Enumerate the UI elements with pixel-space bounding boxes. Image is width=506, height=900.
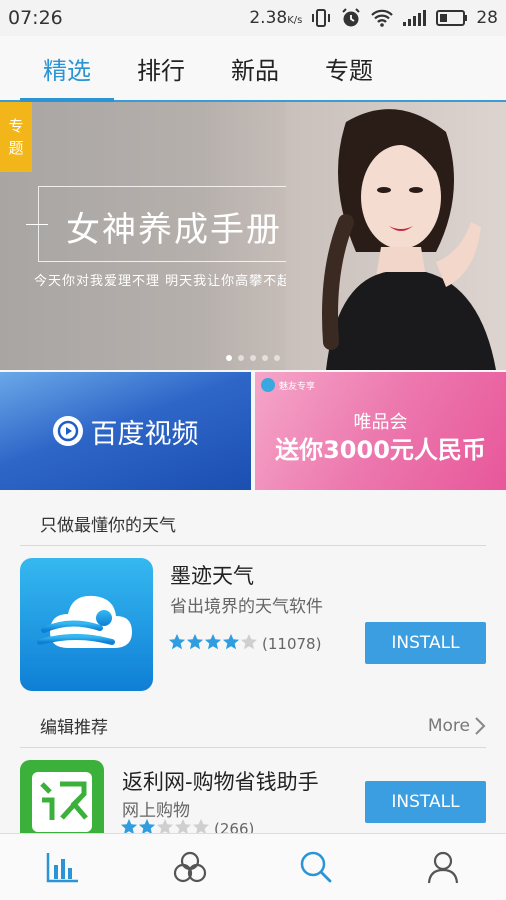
nav-categories[interactable] bbox=[127, 834, 254, 900]
hero-banner[interactable]: 专题 女神养成手册 今天你对我爱理不理 明天我让你高攀不起 bbox=[0, 102, 506, 370]
star-icon bbox=[138, 818, 156, 833]
carousel-dot bbox=[238, 355, 244, 361]
tab-ranking[interactable]: 排行 bbox=[114, 36, 208, 100]
nav-home[interactable] bbox=[0, 834, 127, 900]
moji-weather-app-icon[interactable] bbox=[20, 558, 153, 691]
battery-icon bbox=[436, 10, 468, 26]
rating: (266) bbox=[120, 818, 254, 833]
chevron-right-icon bbox=[475, 716, 486, 735]
section-header-weather: 只做最懂你的天气 bbox=[20, 502, 486, 546]
nav-search[interactable] bbox=[253, 834, 380, 900]
wifi-icon bbox=[371, 9, 394, 27]
carousel-dot bbox=[250, 355, 256, 361]
section-title: 编辑推荐 bbox=[40, 718, 108, 738]
carousel-indicator bbox=[226, 355, 280, 361]
clock: 07:26 bbox=[8, 7, 63, 29]
star-empty-icon bbox=[156, 818, 174, 833]
app-card-fanli[interactable]: 返利网-购物省钱助手 网上购物 (266) INSTALL bbox=[20, 760, 486, 833]
rating: (11078) bbox=[168, 633, 321, 655]
promo-baidu-video[interactable]: 百度视频 bbox=[0, 372, 251, 490]
star-empty-icon bbox=[192, 818, 210, 833]
app-name: 墨迹天气 bbox=[170, 564, 254, 588]
section-title: 只做最懂你的天气 bbox=[40, 516, 176, 536]
promo-vip[interactable]: 魅友专享 唯品会 送你3000元人民币 bbox=[255, 372, 506, 490]
nav-profile[interactable] bbox=[380, 834, 506, 900]
top-tabs: 精选 排行 新品 专题 bbox=[0, 36, 506, 102]
status-bar: 07:26 2.38K/s 28 bbox=[0, 0, 506, 36]
promo-left-label: 百度视频 bbox=[90, 418, 199, 450]
fanli-app-icon[interactable] bbox=[20, 760, 104, 833]
promo-tag: 魅友专享 bbox=[261, 378, 315, 392]
signal-icon bbox=[403, 10, 427, 26]
promo-offer: 送你3000元人民币 bbox=[275, 436, 486, 464]
person-icon bbox=[427, 851, 458, 884]
more-link[interactable]: More bbox=[428, 716, 486, 736]
star-empty-icon bbox=[174, 818, 192, 833]
search-icon bbox=[301, 851, 332, 883]
star-icon bbox=[168, 633, 186, 655]
install-button[interactable]: INSTALL bbox=[365, 781, 486, 823]
carousel-dot bbox=[262, 355, 268, 361]
network-speed: 2.38K/s bbox=[249, 8, 303, 28]
tab-new[interactable]: 新品 bbox=[208, 36, 302, 100]
install-button[interactable]: INSTALL bbox=[365, 622, 486, 664]
star-empty-icon bbox=[240, 633, 258, 655]
tab-featured[interactable]: 精选 bbox=[20, 36, 114, 102]
review-count: (11078) bbox=[262, 635, 322, 653]
section-header-editor: 编辑推荐 More bbox=[20, 704, 486, 748]
tab-topics[interactable]: 专题 bbox=[302, 36, 396, 100]
carousel-dot bbox=[274, 355, 280, 361]
baidu-video-logo-icon bbox=[52, 416, 83, 446]
battery-level: 28 bbox=[476, 8, 498, 28]
carousel-dot bbox=[226, 355, 232, 361]
hero-portrait-image bbox=[286, 102, 506, 370]
star-icon bbox=[204, 633, 222, 655]
review-count: (266) bbox=[214, 820, 255, 833]
star-icon bbox=[120, 818, 138, 833]
star-icon bbox=[222, 633, 240, 655]
app-card-moji[interactable]: 墨迹天气 省出境界的天气软件 (11078) INSTALL bbox=[20, 558, 486, 692]
bottom-navigation bbox=[0, 833, 506, 900]
app-name: 返利网-购物省钱助手 bbox=[122, 770, 319, 794]
hero-title: 女神养成手册 bbox=[26, 202, 322, 251]
vibrate-icon bbox=[312, 9, 331, 27]
chart-bars-icon bbox=[47, 853, 79, 883]
topic-badge: 专题 bbox=[0, 102, 32, 172]
alarm-icon bbox=[342, 8, 361, 27]
categories-circles-icon bbox=[173, 851, 206, 883]
star-icon bbox=[186, 633, 204, 655]
hero-subtitle: 今天你对我爱理不理 明天我让你高攀不起 bbox=[34, 274, 292, 289]
app-description: 省出境界的天气软件 bbox=[170, 597, 323, 617]
meizu-badge-icon bbox=[261, 378, 275, 392]
